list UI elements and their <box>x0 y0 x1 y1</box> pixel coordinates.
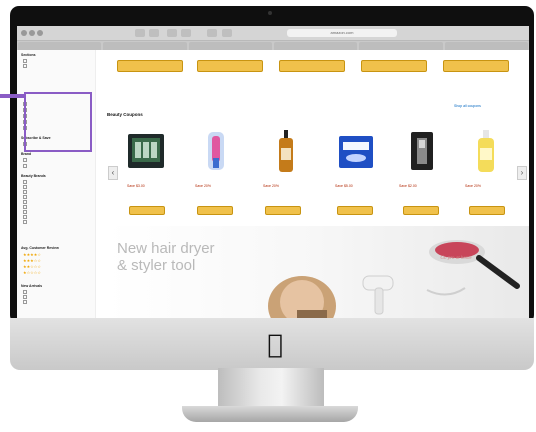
reload-button-icon[interactable] <box>207 29 217 37</box>
highlight-box <box>24 92 92 152</box>
sidebar-heading: New Arrivals <box>21 284 43 288</box>
model-hair-photo <box>268 276 336 318</box>
sidebar-item[interactable] <box>23 290 28 294</box>
forward-button-icon[interactable] <box>149 29 159 37</box>
sidebar-item[interactable] <box>23 190 28 194</box>
whitestrips-box-icon[interactable] <box>335 128 377 174</box>
browser-tab[interactable] <box>18 42 102 50</box>
callout-marker <box>0 94 24 98</box>
imac-stand-foot <box>182 406 358 422</box>
razor-box-icon[interactable] <box>401 128 443 174</box>
category-button[interactable] <box>197 60 263 72</box>
sidebar-toggle-icon[interactable] <box>167 29 177 37</box>
star-rating-icon[interactable]: ★★★★☆ <box>23 252 41 257</box>
zoom-window-icon[interactable] <box>37 30 43 36</box>
category-button[interactable] <box>117 60 183 72</box>
sidebar-item[interactable] <box>23 158 28 162</box>
close-window-icon[interactable] <box>21 30 27 36</box>
product-price: Save $3.00 <box>127 184 145 188</box>
styler-brush-icon <box>426 240 520 296</box>
yellow-bottle-icon[interactable] <box>465 128 507 174</box>
banner-headline-line-2: & styler tool <box>117 257 196 274</box>
sidebar-item[interactable] <box>23 195 28 199</box>
razor-pack-icon[interactable] <box>125 128 167 174</box>
category-button[interactable] <box>361 60 427 72</box>
product-price: Save $2.00 <box>399 184 417 188</box>
carousel-next-arrow-icon[interactable]: › <box>517 166 527 180</box>
sidebar-item[interactable] <box>23 164 28 168</box>
clip-coupon-button[interactable] <box>197 206 233 215</box>
product-price: Save 20% <box>465 184 481 188</box>
sidebar-item[interactable] <box>23 59 28 63</box>
star-rating-icon[interactable]: ★★★☆☆ <box>23 258 41 263</box>
tabs-overview-icon[interactable] <box>222 29 232 37</box>
minimize-window-icon[interactable] <box>29 30 35 36</box>
address-bar[interactable]: amazon.com <box>287 29 397 37</box>
apple-logo-icon:  <box>262 330 288 360</box>
sidebar-item[interactable] <box>23 64 28 68</box>
browser-tab[interactable] <box>359 42 443 50</box>
see-all-link[interactable]: Shop all coupons <box>454 104 481 108</box>
clip-coupon-button[interactable] <box>403 206 439 215</box>
sidebar-heading: Avg. Customer Review <box>21 246 59 250</box>
sidebar-item[interactable] <box>23 215 28 219</box>
product-price: Save 20% <box>263 184 279 188</box>
sidebar-item[interactable] <box>23 295 28 299</box>
tab-bar <box>17 41 529 50</box>
section-title: Beauty Coupons <box>107 112 143 117</box>
filter-sidebar: Sections Subscribe & Save Brand Beauty B… <box>17 50 96 318</box>
back-button-icon[interactable] <box>135 29 145 37</box>
product-price: Save 20% <box>195 184 211 188</box>
banner-headline: New hair dryer & styler tool <box>117 240 277 274</box>
sidebar-item[interactable] <box>23 180 28 184</box>
clip-coupon-button[interactable] <box>265 206 301 215</box>
share-button-icon[interactable] <box>181 29 191 37</box>
camera-icon <box>268 11 272 15</box>
sidebar-item[interactable] <box>23 185 28 189</box>
sidebar-heading: Brand <box>21 152 32 156</box>
amber-bottle-icon[interactable] <box>265 128 307 174</box>
browser-titlebar: amazon.com <box>17 26 529 41</box>
browser-tab[interactable] <box>444 42 528 50</box>
category-button[interactable] <box>443 60 509 72</box>
product-price: Save $5.00 <box>335 184 353 188</box>
clip-coupon-button[interactable] <box>129 206 165 215</box>
clip-coupon-button[interactable] <box>469 206 505 215</box>
sidebar-item[interactable] <box>23 210 28 214</box>
star-rating-icon[interactable]: ★☆☆☆☆ <box>23 270 41 275</box>
sidebar-item[interactable] <box>23 300 28 304</box>
sidebar-item[interactable] <box>23 220 28 224</box>
star-rating-icon[interactable]: ★★☆☆☆ <box>23 264 41 269</box>
hair-dryer-icon <box>362 275 394 315</box>
browser-tab[interactable] <box>103 42 187 50</box>
sidebar-heading: Sections <box>21 53 36 57</box>
browser-tab[interactable] <box>188 42 272 50</box>
clip-coupon-button[interactable] <box>337 206 373 215</box>
carousel-prev-arrow-icon[interactable]: ‹ <box>108 166 118 180</box>
web-page: Sections Subscribe & Save Brand Beauty B… <box>17 50 529 318</box>
browser-tab[interactable] <box>273 42 358 50</box>
banner-tagline: Go pro at home <box>440 256 472 261</box>
screen: amazon.com Sections Subscribe & Save Bra… <box>17 26 529 318</box>
banner-headline-line-1: New hair dryer <box>117 240 215 257</box>
promo-banner[interactable]: New hair dryer & styler tool Go pro at h… <box>107 226 529 318</box>
sidebar-item[interactable] <box>23 200 28 204</box>
sidebar-item[interactable] <box>23 205 28 209</box>
sidebar-heading: Beauty Brands <box>21 174 46 178</box>
